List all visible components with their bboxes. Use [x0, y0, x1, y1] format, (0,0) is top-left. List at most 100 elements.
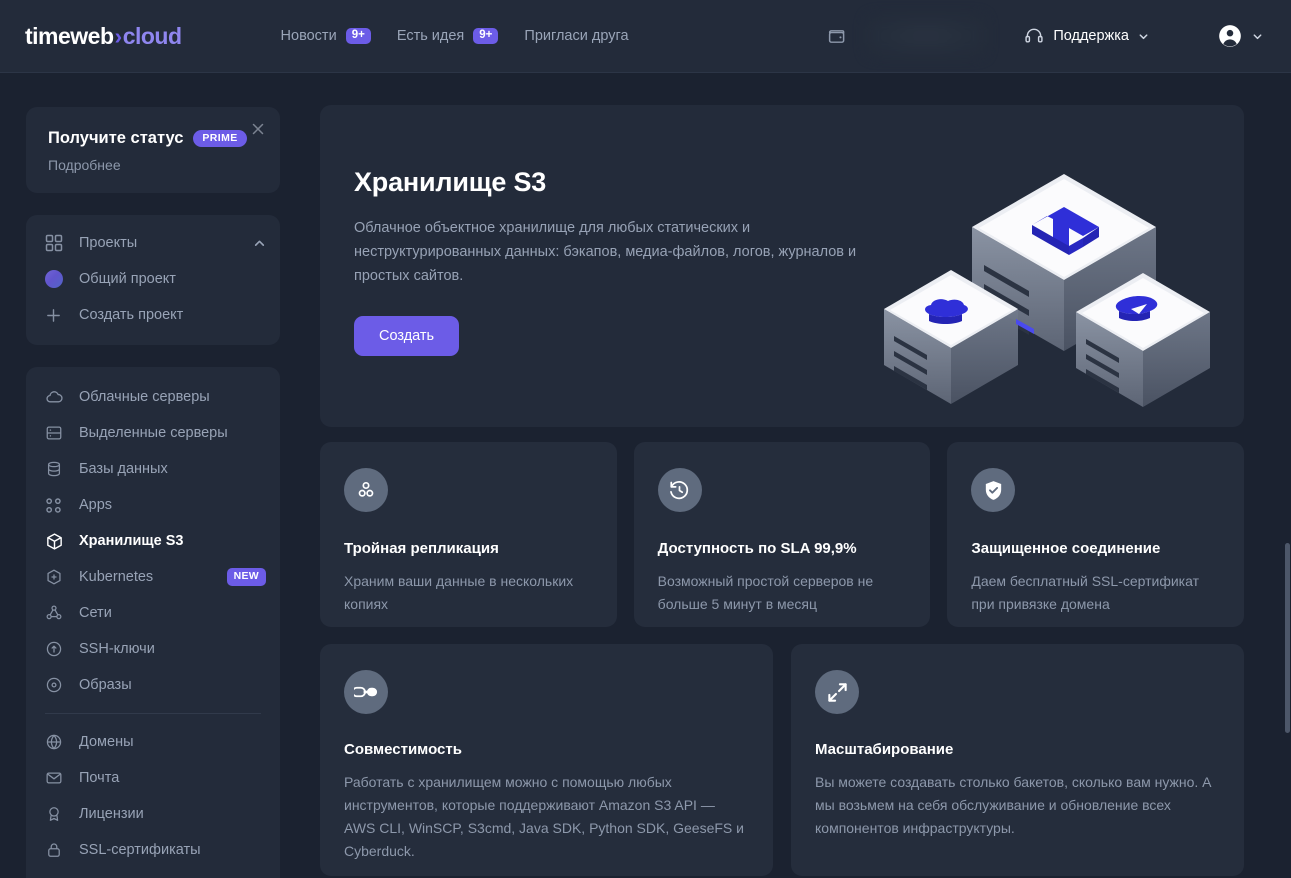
sidebar-item-ssh-keys[interactable]: SSH-ключи: [26, 631, 280, 667]
header-right-group: Поддержка: [827, 15, 1291, 57]
sidebar-item-mail[interactable]: Почта: [26, 760, 280, 796]
header-nav: Новости 9+ Есть идея 9+ Пригласи друга: [281, 27, 629, 45]
replication-icon: [344, 468, 388, 512]
nav-item-idea[interactable]: Есть идея 9+: [396, 27, 499, 45]
main-content: Хранилище S3 Облачное объектное хранилищ…: [306, 73, 1291, 878]
nav-item-invite-friend[interactable]: Пригласи друга: [524, 28, 628, 44]
page-scrollbar[interactable]: [1284, 73, 1291, 878]
hero-banner: Хранилище S3 Облачное объектное хранилищ…: [320, 105, 1244, 427]
feature-cards-row-bottom: Совместимость Работать с хранилищем можн…: [320, 644, 1244, 876]
sidebar-item-networks[interactable]: Сети: [26, 595, 280, 631]
license-icon: [45, 805, 71, 823]
nav-item-news[interactable]: Новости 9+: [281, 27, 371, 45]
feature-text: Даем бесплатный SSL-сертификат при привя…: [971, 573, 1199, 612]
sidebar-item-label: Сети: [79, 605, 112, 621]
prime-promo-title-row: Получите статус PRIME: [48, 129, 258, 148]
feature-text: Храним ваши данные в нескольких копиях: [344, 573, 574, 612]
database-icon: [45, 460, 71, 478]
shield-check-icon: [971, 468, 1016, 512]
prime-promo-card[interactable]: Получите статус PRIME Подробнее: [26, 107, 280, 193]
sidebar-item-label: Создать проект: [79, 307, 184, 323]
network-icon: [45, 604, 71, 622]
plus-icon: [45, 307, 71, 324]
sidebar-item-dedicated-servers[interactable]: Выделенные серверы: [26, 415, 280, 451]
sidebar-divider: [45, 713, 261, 714]
sidebar: Получите статус PRIME Подробнее Проекты …: [0, 73, 306, 878]
sidebar-item-label: SSL-сертификаты: [79, 842, 201, 858]
user-avatar-icon: [1217, 23, 1243, 49]
nav-badge-idea: 9+: [473, 27, 499, 45]
sidebar-item-s3-storage[interactable]: Хранилище S3: [26, 523, 280, 559]
prime-promo-title: Получите статус: [48, 129, 184, 147]
sidebar-item-domains[interactable]: Домены: [26, 724, 280, 760]
cloud-icon: [45, 388, 71, 407]
headset-icon: [1024, 26, 1044, 46]
sidebar-item-general-project[interactable]: Общий проект: [26, 261, 280, 297]
image-disc-icon: [45, 676, 71, 694]
feature-title: Масштабирование: [815, 741, 954, 758]
nav-badge-news: 9+: [345, 27, 371, 45]
projects-panel: Проекты Общий проект Создать проект: [26, 215, 280, 345]
logo-chevron: ›: [114, 22, 123, 49]
sidebar-item-label: Базы данных: [79, 461, 168, 477]
sidebar-item-label: Облачные серверы: [79, 389, 210, 405]
sidebar-item-create-project[interactable]: Создать проект: [26, 297, 280, 333]
feature-title: Совместимость: [344, 741, 462, 758]
sidebar-item-label: Лицензии: [79, 806, 144, 822]
wallet-button[interactable]: [827, 26, 848, 47]
brand-logo[interactable]: timeweb › cloud: [25, 23, 182, 50]
prime-promo-link[interactable]: Подробнее: [48, 157, 258, 173]
nav-label-invite-friend: Пригласи друга: [524, 28, 629, 44]
sidebar-menu-panel: Облачные серверы Выделенные серверы Базы…: [26, 367, 280, 878]
projects-header-label: Проекты: [79, 235, 138, 251]
sidebar-item-label: Выделенные серверы: [79, 425, 228, 441]
new-badge: NEW: [226, 568, 266, 586]
sidebar-item-images[interactable]: Образы: [26, 667, 280, 703]
sidebar-item-label: Kubernetes: [79, 569, 154, 585]
sidebar-item-label: Общий проект: [79, 271, 176, 287]
feature-title: Тройная репликация: [344, 540, 499, 557]
top-header: timeweb › cloud Новости 9+ Есть идея 9+ Пр…: [0, 0, 1291, 73]
account-menu[interactable]: [1217, 23, 1263, 49]
feature-text: Возможный простой серверов не больше 5 м…: [657, 573, 874, 612]
sidebar-item-databases[interactable]: Базы данных: [26, 451, 280, 487]
sidebar-item-ssl-certificates[interactable]: SSL-сертификаты: [26, 832, 280, 868]
cube-icon: [45, 532, 71, 551]
sidebar-item-label: SSH-ключи: [79, 641, 155, 657]
ssh-key-icon: [45, 640, 71, 658]
support-menu[interactable]: Поддержка: [1024, 26, 1149, 46]
sidebar-item-label: Хранилище S3: [79, 533, 184, 549]
projects-header[interactable]: Проекты: [26, 225, 280, 261]
sidebar-item-label: Apps: [79, 497, 113, 513]
history-clock-icon: [657, 468, 702, 512]
chevron-up-icon[interactable]: [253, 237, 266, 250]
page-title: Хранилище S3: [354, 167, 547, 197]
close-icon[interactable]: [250, 121, 266, 137]
project-dot-icon: [45, 270, 71, 288]
feature-text: Вы можете создавать столько бакетов, ско…: [815, 774, 1212, 836]
feature-card-secure-connection: Защищенное соединение Даем бесплатный SS…: [947, 442, 1245, 627]
feature-card-compatibility: Совместимость Работать с хранилищем можн…: [320, 644, 773, 876]
support-label: Поддержка: [1053, 28, 1129, 44]
feature-text: Работать с хранилищем можно с помощью лю…: [344, 774, 744, 859]
prime-badge: PRIME: [193, 129, 247, 148]
globe-icon: [45, 733, 71, 751]
hero-description: Облачное объектное хранилище для любых с…: [354, 220, 857, 284]
sidebar-item-cloud-servers[interactable]: Облачные серверы: [26, 379, 280, 415]
sidebar-item-apps[interactable]: Apps: [26, 487, 280, 523]
mail-icon: [45, 769, 71, 787]
feature-title: Доступность по SLA 99,9%: [657, 540, 857, 557]
sidebar-item-label: Домены: [79, 734, 134, 750]
page-scrollbar-thumb[interactable]: [1285, 543, 1290, 733]
sidebar-item-label: Образы: [79, 677, 132, 693]
create-button[interactable]: Создать: [354, 316, 460, 356]
chevron-down-icon: [1138, 31, 1149, 42]
redacted-balance-area: [866, 15, 987, 57]
sidebar-item-licenses[interactable]: Лицензии: [26, 796, 280, 832]
sidebar-item-partial-cutoff[interactable]: [26, 868, 280, 878]
logo-cloud: cloud: [122, 22, 182, 49]
nav-label-idea: Есть идея: [396, 28, 465, 44]
sidebar-item-kubernetes[interactable]: Kubernetes NEW: [26, 559, 280, 595]
grid-icon: [45, 234, 71, 252]
feature-card-replication: Тройная репликация Храним ваши данные в …: [320, 442, 617, 627]
